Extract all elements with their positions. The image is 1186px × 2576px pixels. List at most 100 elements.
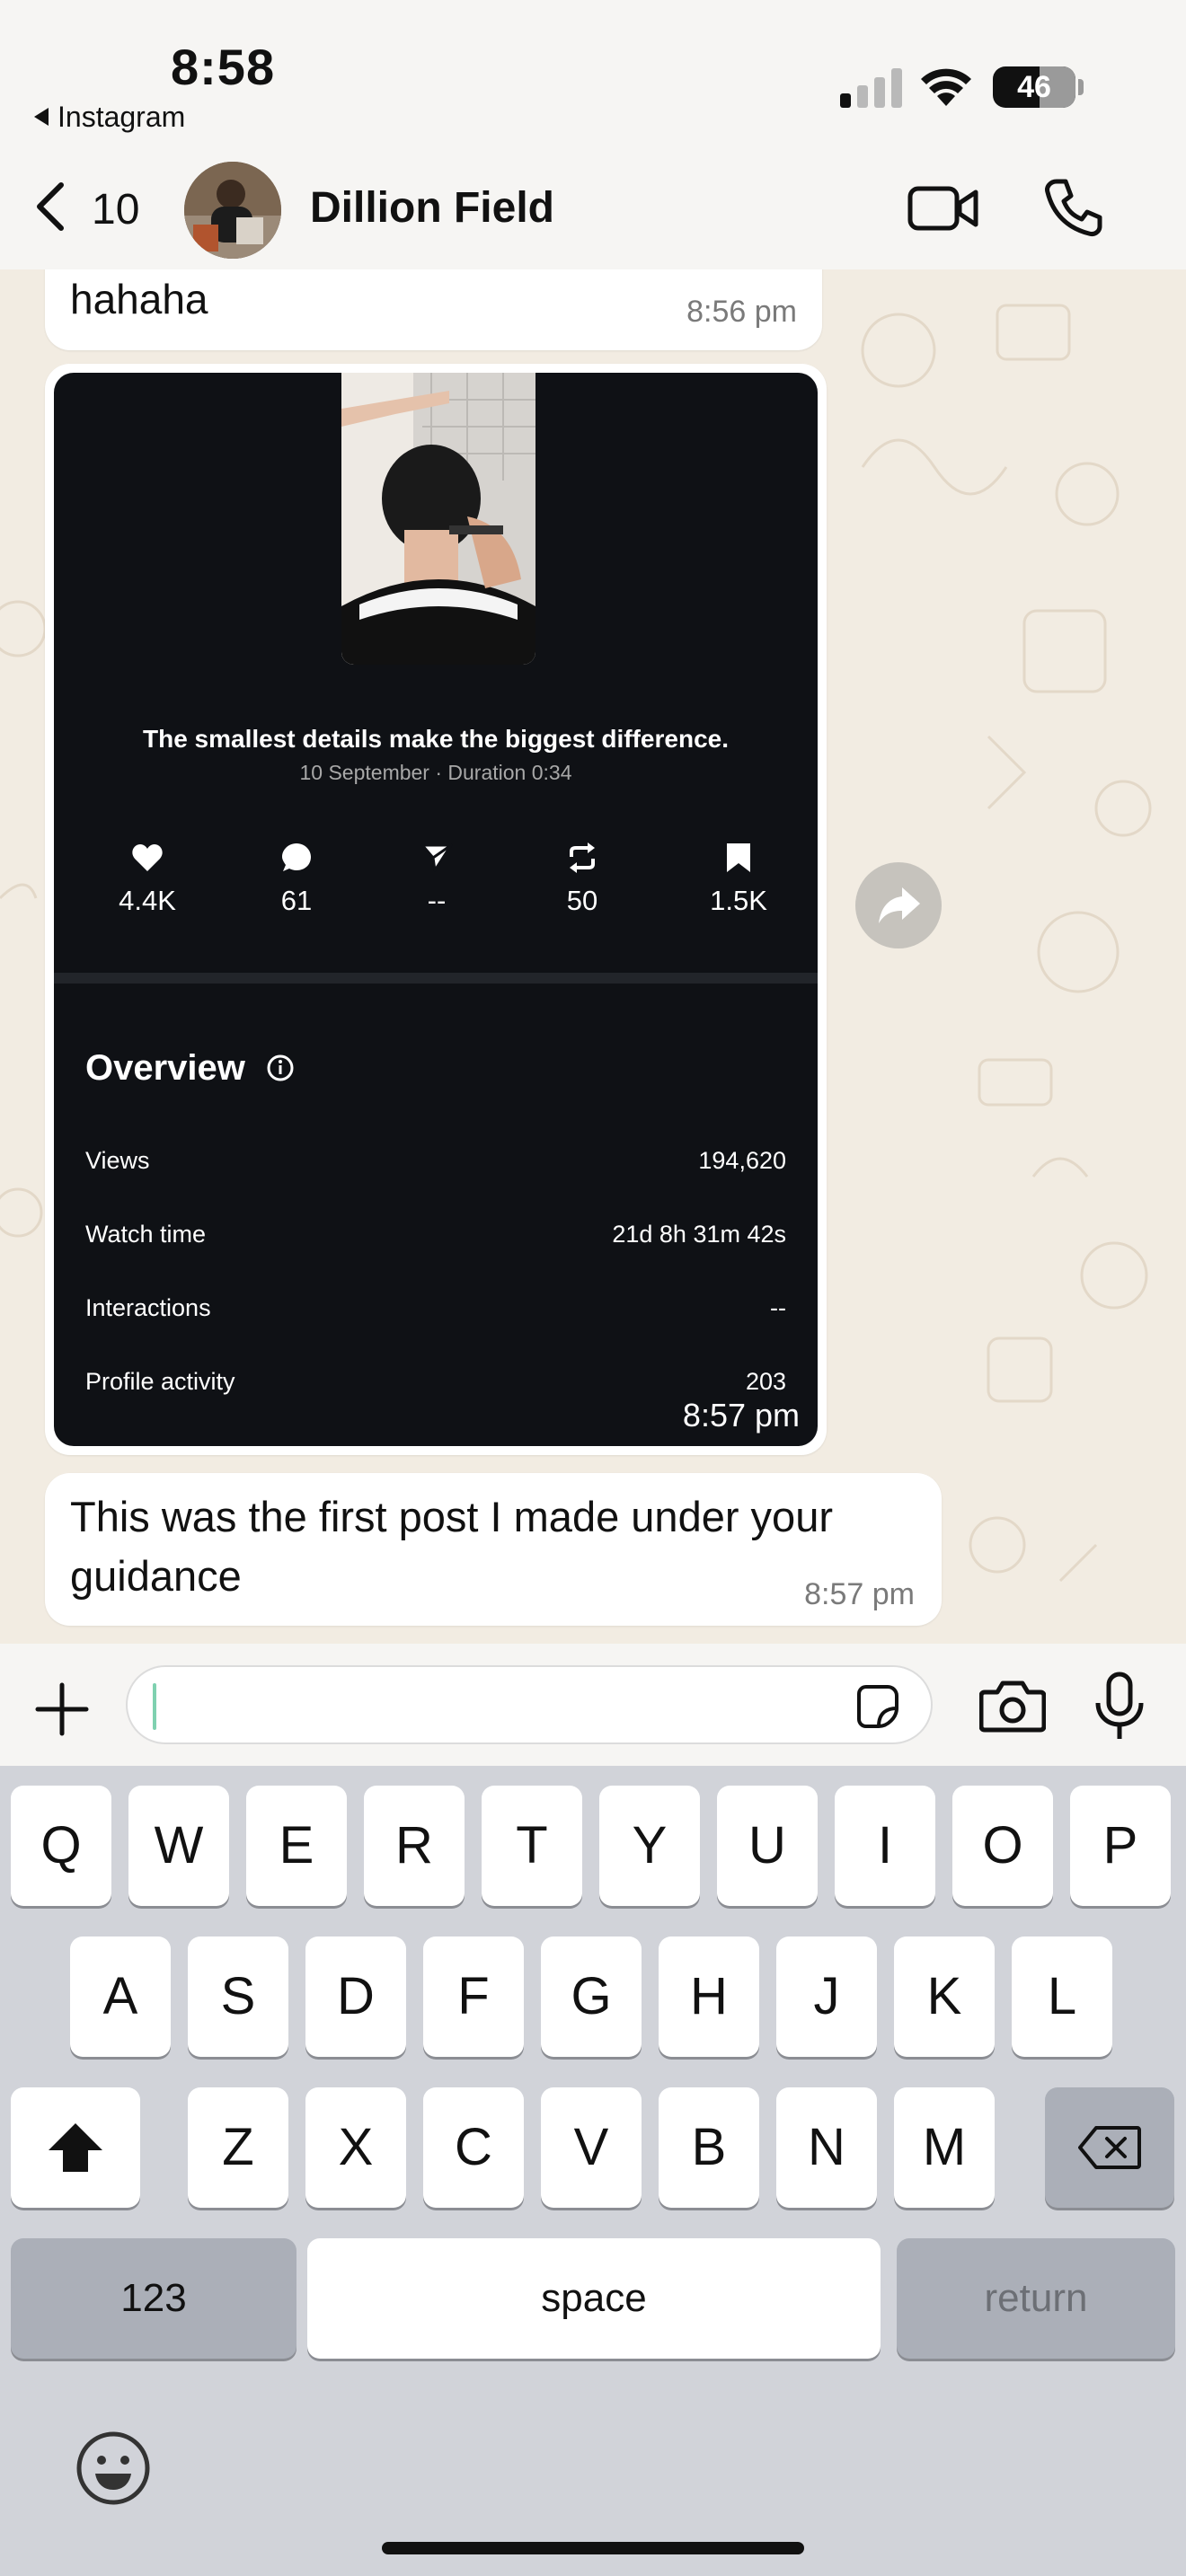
row-value: -- xyxy=(770,1294,786,1321)
contact-avatar[interactable] xyxy=(184,162,281,259)
key-z[interactable]: Z xyxy=(188,2087,288,2208)
key-t[interactable]: T xyxy=(482,1786,582,1906)
cellular-signal-icon xyxy=(840,68,902,108)
key-r[interactable]: R xyxy=(364,1786,465,1906)
key-p[interactable]: P xyxy=(1070,1786,1171,1906)
key-s[interactable]: S xyxy=(188,1936,288,2057)
return-key[interactable]: return xyxy=(897,2238,1175,2359)
shares-stat: -- xyxy=(383,840,491,917)
row-value: 21d 8h 31m 42s xyxy=(612,1221,786,1248)
post-stats-row: 4.4K 61 -- 50 1.5K xyxy=(54,840,818,921)
shares-count: -- xyxy=(427,885,447,916)
overview-title: Overview xyxy=(85,1048,245,1088)
message-time: 8:57 pm xyxy=(682,1397,800,1434)
bookmark-icon xyxy=(727,843,750,872)
key-y[interactable]: Y xyxy=(599,1786,700,1906)
message-time: 8:56 pm xyxy=(686,295,797,329)
row-label: Interactions xyxy=(85,1294,211,1321)
sticker-icon[interactable] xyxy=(852,1681,902,1732)
key-a[interactable]: A xyxy=(70,1936,171,2057)
status-bar: 8:58 Instagram 46 xyxy=(0,0,1186,144)
card-divider xyxy=(54,973,818,984)
overview-row-interactions: Interactions -- xyxy=(85,1294,786,1330)
key-w[interactable]: W xyxy=(128,1786,229,1906)
saves-stat: 1.5K xyxy=(685,840,792,917)
back-app-label: Instagram xyxy=(58,101,186,133)
key-v[interactable]: V xyxy=(541,2087,642,2208)
overview-row-views: Views 194,620 xyxy=(85,1147,786,1183)
message-time: 8:57 pm xyxy=(804,1577,915,1611)
reposts-stat: 50 xyxy=(528,840,636,917)
unread-count[interactable]: 10 xyxy=(92,185,139,234)
message-bubble-received[interactable]: This was the first post I made under you… xyxy=(45,1473,942,1626)
row-label: Profile activity xyxy=(85,1368,235,1395)
shift-key[interactable] xyxy=(11,2087,140,2208)
message-text: hahaha xyxy=(70,276,208,322)
key-o[interactable]: O xyxy=(952,1786,1053,1906)
message-input[interactable] xyxy=(126,1665,933,1744)
row-label: Views xyxy=(85,1147,150,1174)
home-indicator[interactable] xyxy=(382,2542,804,2554)
status-time: 8:58 xyxy=(171,39,276,95)
message-text: This was the first post I made under you… xyxy=(70,1493,833,1600)
info-icon[interactable] xyxy=(267,1054,294,1081)
comment-icon xyxy=(282,843,311,871)
back-to-app-link[interactable]: Instagram xyxy=(34,101,185,134)
post-date-duration: 10 September · Duration 0:34 xyxy=(299,761,572,784)
send-icon xyxy=(420,843,453,872)
key-k[interactable]: K xyxy=(894,1936,995,2057)
overview-row-watch-time: Watch time 21d 8h 31m 42s xyxy=(85,1221,786,1257)
post-insights-card[interactable]: The smallest details make the biggest di… xyxy=(54,373,818,1446)
comments-stat: 61 xyxy=(243,840,350,917)
camera-icon[interactable] xyxy=(979,1678,1046,1734)
likes-count: 4.4K xyxy=(119,885,176,916)
attach-plus-icon[interactable] xyxy=(32,1680,92,1739)
battery-level: 46 xyxy=(1017,70,1051,104)
shared-post-bubble[interactable]: The smallest details make the biggest di… xyxy=(45,364,827,1455)
space-key[interactable]: space xyxy=(307,2238,881,2359)
likes-stat: 4.4K xyxy=(93,840,201,917)
key-h[interactable]: H xyxy=(659,1936,759,2057)
key-b[interactable]: B xyxy=(659,2087,759,2208)
numbers-key[interactable]: 123 xyxy=(11,2238,296,2359)
text-cursor xyxy=(153,1683,156,1730)
message-composer xyxy=(0,1644,1186,1766)
key-g[interactable]: G xyxy=(541,1936,642,2057)
key-d[interactable]: D xyxy=(305,1936,406,2057)
key-q[interactable]: Q xyxy=(11,1786,111,1906)
chat-messages-area[interactable]: hahaha 8:56 pm The smallest details make… xyxy=(0,269,1186,1644)
row-label: Watch time xyxy=(85,1221,207,1248)
contact-name[interactable]: Dillion Field xyxy=(310,183,554,233)
key-e[interactable]: E xyxy=(246,1786,347,1906)
post-thumbnail[interactable] xyxy=(341,373,535,665)
key-m[interactable]: M xyxy=(894,2087,995,2208)
video-call-icon[interactable] xyxy=(907,181,979,235)
key-j[interactable]: J xyxy=(776,1936,877,2057)
delete-key[interactable] xyxy=(1045,2087,1174,2208)
forward-arrow-icon xyxy=(879,887,920,923)
emoji-icon[interactable] xyxy=(75,2430,151,2506)
repost-icon xyxy=(570,842,595,873)
comments-count: 61 xyxy=(280,885,313,916)
backspace-icon xyxy=(1078,2126,1141,2169)
back-triangle-icon xyxy=(34,107,49,126)
chat-header: 10 Dillion Field xyxy=(0,144,1186,269)
message-bubble-received[interactable]: hahaha 8:56 pm xyxy=(45,269,822,350)
key-c[interactable]: C xyxy=(423,2087,524,2208)
key-l[interactable]: L xyxy=(1012,1936,1112,2057)
battery-tip xyxy=(1078,79,1084,95)
key-f[interactable]: F xyxy=(423,1936,524,2057)
reposts-count: 50 xyxy=(566,885,598,916)
keyboard: Q W E R T Y U I O P A S D F G H J K L Z … xyxy=(0,1766,1186,2576)
key-x[interactable]: X xyxy=(305,2087,406,2208)
forward-button[interactable] xyxy=(855,862,942,948)
back-chevron-icon[interactable] xyxy=(32,181,68,232)
key-n[interactable]: N xyxy=(776,2087,877,2208)
key-u[interactable]: U xyxy=(717,1786,818,1906)
voice-call-icon[interactable] xyxy=(1042,176,1105,239)
saves-count: 1.5K xyxy=(710,885,767,916)
microphone-icon[interactable] xyxy=(1093,1671,1146,1742)
key-i[interactable]: I xyxy=(835,1786,935,1906)
overview-row-profile-activity: Profile activity 203 xyxy=(85,1368,786,1404)
wifi-icon xyxy=(921,68,971,106)
